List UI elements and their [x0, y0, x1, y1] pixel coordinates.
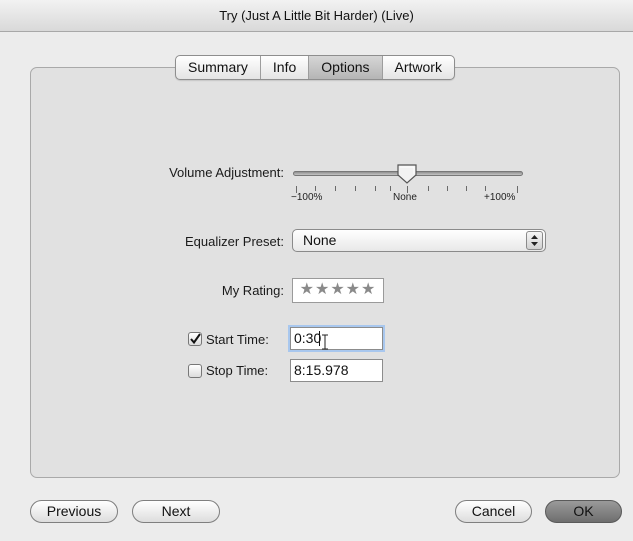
volume-tick [355, 186, 356, 191]
volume-tick [375, 186, 376, 191]
equalizer-preset-popup[interactable]: None [292, 229, 546, 252]
volume-min-label: −100% [291, 192, 323, 203]
cancel-button[interactable]: Cancel [455, 500, 532, 523]
volume-tick [517, 186, 518, 193]
stop-time-field[interactable]: 8:15.978 [290, 359, 383, 382]
start-time-checkbox[interactable] [188, 332, 202, 346]
start-time-field[interactable]: 0:30 [290, 327, 383, 350]
volume-tick [466, 186, 467, 191]
volume-tick [485, 186, 486, 191]
rating-stars[interactable]: ★★★★★ [292, 278, 384, 303]
stop-time-checkbox[interactable] [188, 364, 202, 378]
volume-tick [315, 186, 316, 191]
equalizer-preset-label: Equalizer Preset: [185, 234, 284, 249]
volume-max-label: +100% [484, 192, 516, 203]
next-button[interactable]: Next [132, 500, 220, 523]
text-caret [319, 331, 320, 346]
popup-arrows-icon [526, 231, 543, 250]
my-rating-label: My Rating: [221, 283, 284, 298]
volume-tick [447, 186, 448, 191]
options-panel [30, 67, 620, 478]
volume-tick [390, 186, 391, 191]
stop-time-label: Stop Time: [206, 363, 269, 378]
ibeam-cursor-icon [322, 334, 328, 350]
tab-options[interactable]: Options [308, 56, 382, 79]
volume-slider-thumb[interactable] [396, 163, 418, 185]
volume-mid-label: None [393, 192, 417, 203]
tab-bar: Summary Info Options Artwork [175, 55, 455, 80]
window-title: Try (Just A Little Bit Harder) (Live) [0, 0, 633, 32]
start-time-label: Start Time: [206, 332, 269, 347]
volume-tick [335, 186, 336, 191]
previous-button[interactable]: Previous [30, 500, 118, 523]
tab-summary[interactable]: Summary [176, 56, 260, 79]
tab-info[interactable]: Info [259, 56, 308, 79]
volume-adjustment-label: Volume Adjustment: [169, 165, 284, 180]
ok-button[interactable]: OK [545, 500, 622, 523]
volume-tick [428, 186, 429, 191]
equalizer-preset-value: None [303, 232, 337, 248]
tab-artwork[interactable]: Artwork [381, 56, 454, 79]
checkmark-icon [190, 333, 201, 345]
